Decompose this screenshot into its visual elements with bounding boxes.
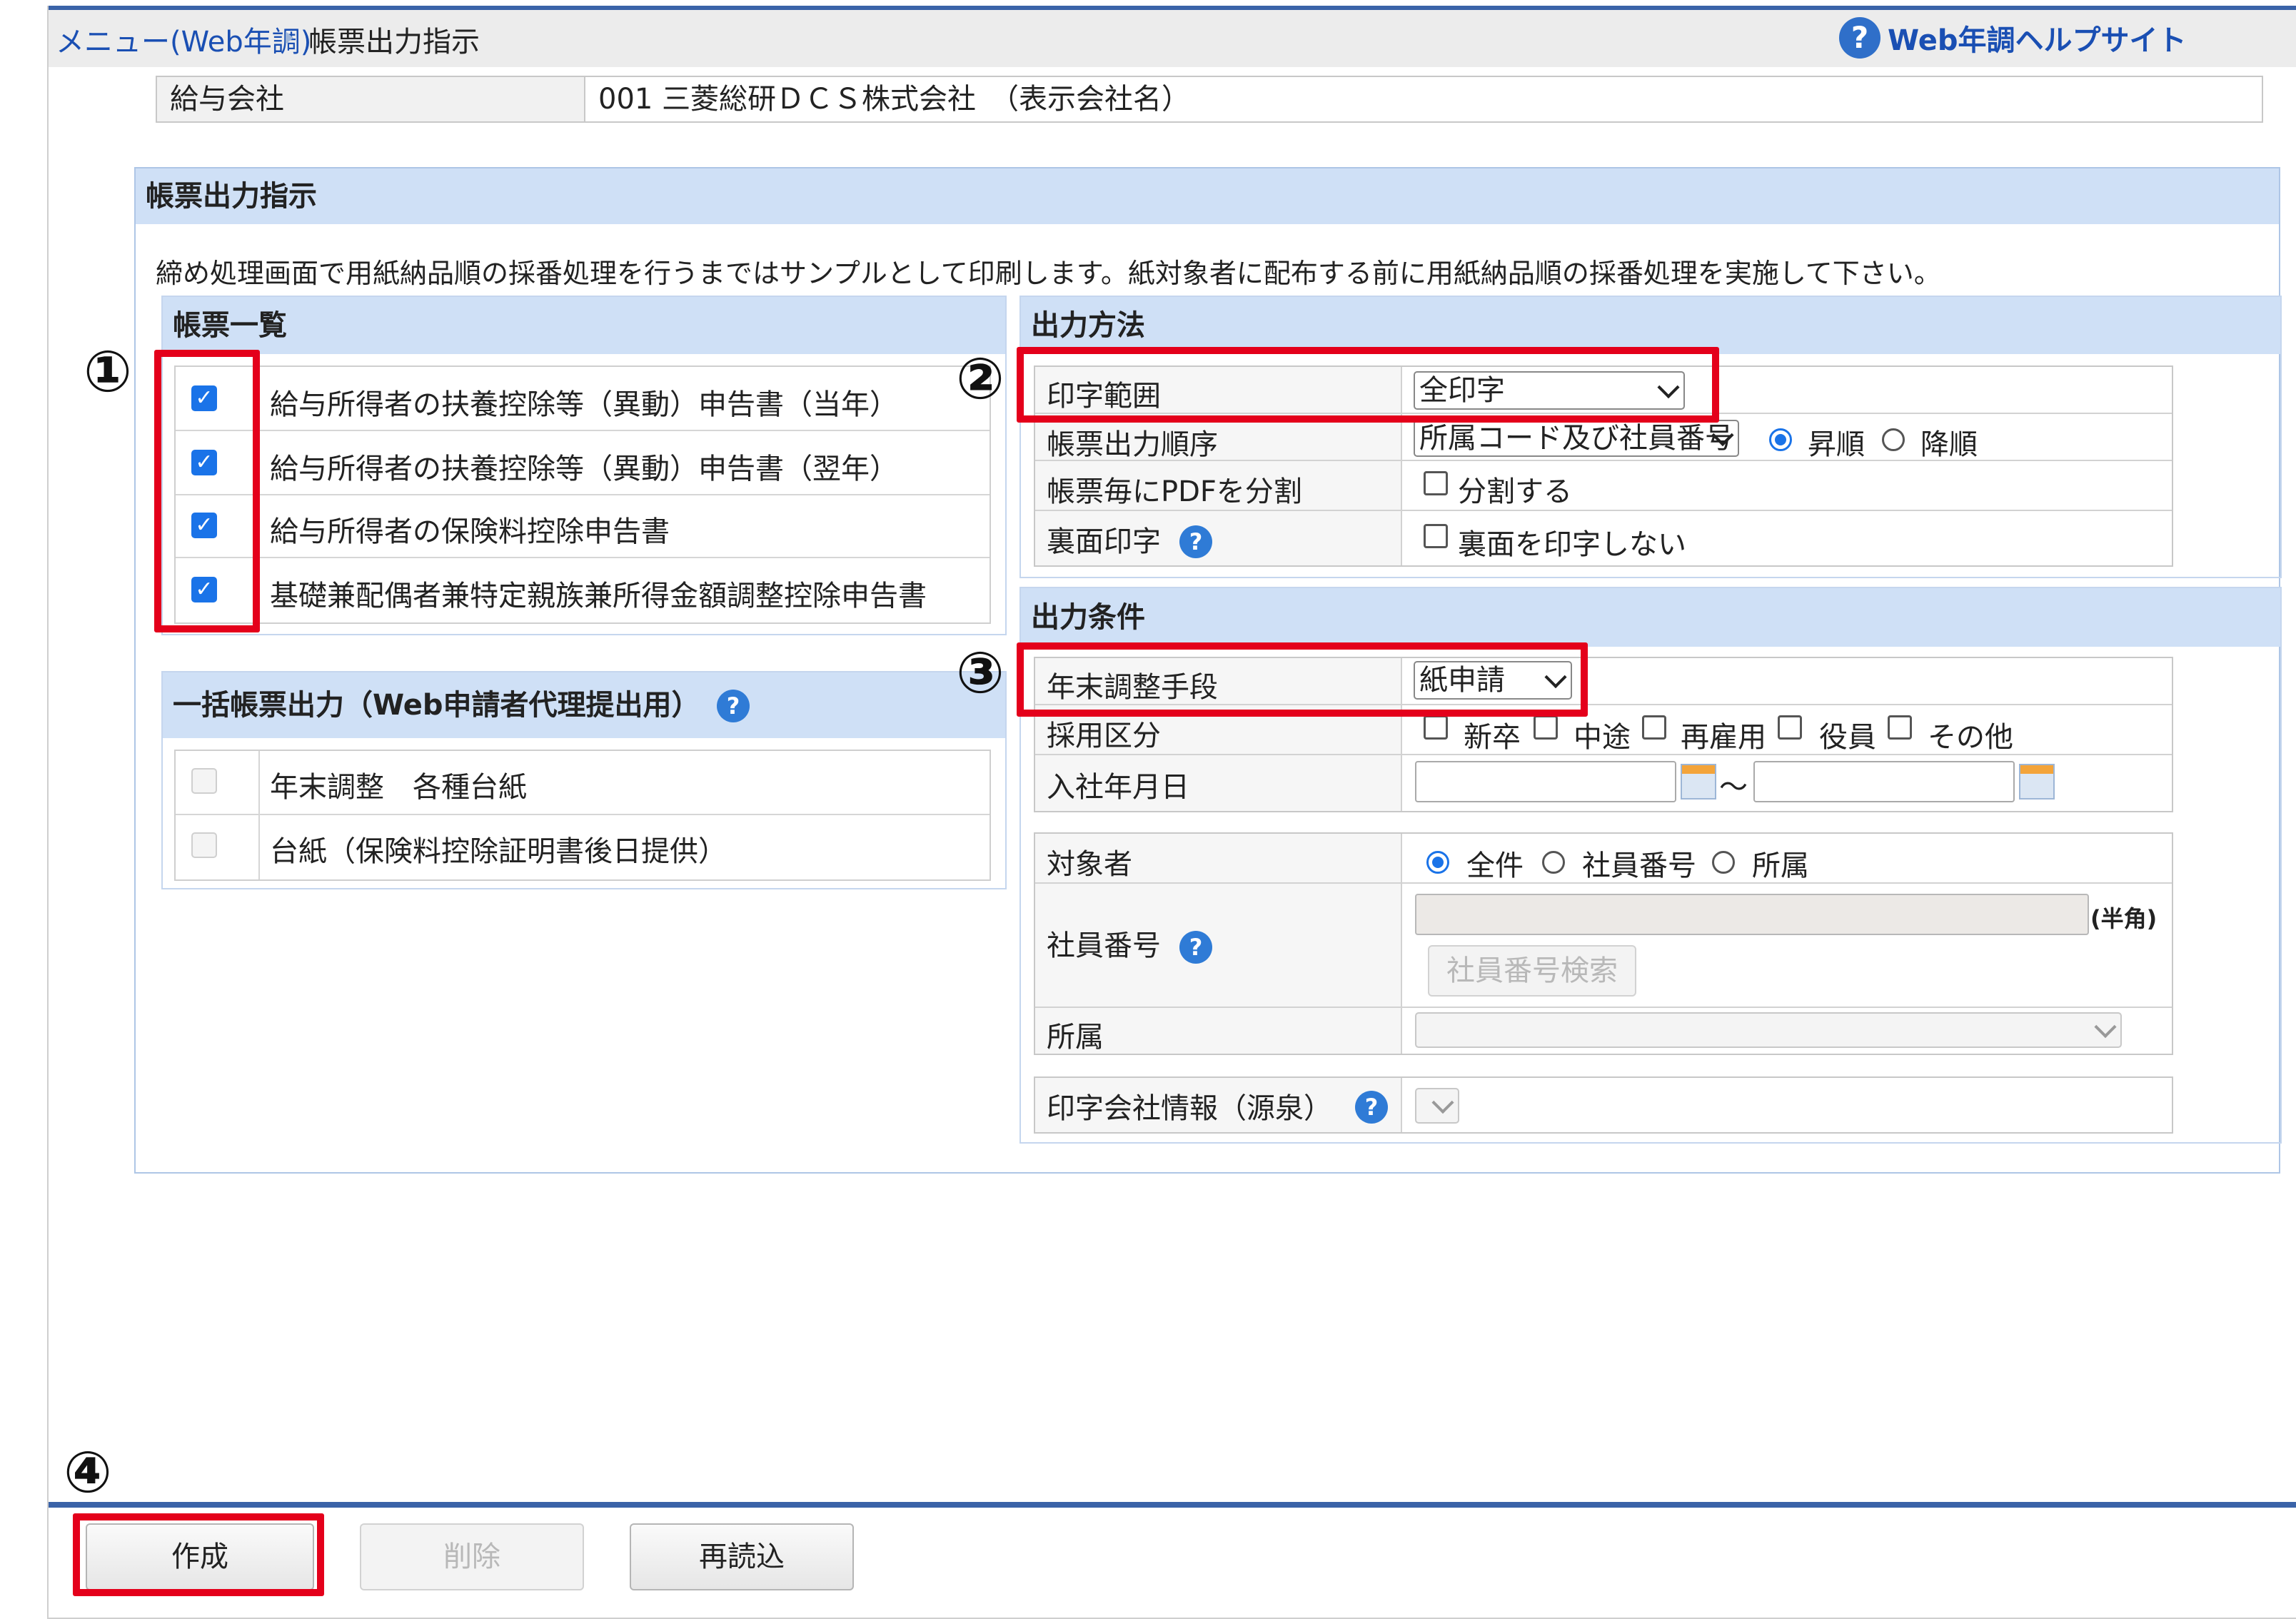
reload-button[interactable]: 再読込	[630, 1523, 854, 1590]
date-range-separator: ～	[1719, 771, 1748, 804]
output-method-title: 出力方法	[1021, 297, 2280, 354]
chevron-down-icon	[1431, 1091, 1454, 1114]
company-label: 給与会社	[157, 77, 585, 121]
order-asc-radio[interactable]	[1769, 428, 1792, 451]
annotation-number-3: ③	[956, 640, 1004, 706]
breadcrumb-separator-icon	[286, 31, 293, 44]
checkbox-bulk-1[interactable]	[191, 832, 217, 858]
highlight-box-3	[1017, 642, 1588, 717]
order-desc-label: 降順	[1920, 428, 1978, 461]
chevron-down-icon	[2094, 1016, 2117, 1039]
calendar-icon[interactable]	[2019, 764, 2055, 800]
employee-no-label: 社員番号	[1047, 929, 1161, 962]
order-desc-radio[interactable]	[1882, 428, 1905, 451]
hire-type-option: その他	[1928, 721, 2013, 754]
hire-type-option: 役員	[1819, 721, 1876, 754]
back-print-help-icon[interactable]: ?	[1179, 525, 1212, 558]
order-label: 帳票出力順序	[1047, 428, 1218, 461]
annotation-number-2: ②	[956, 346, 1004, 412]
form-item-label: 給与所得者の保険料控除申告書	[270, 515, 670, 548]
employee-no-help-icon[interactable]: ?	[1179, 931, 1212, 964]
half-width-note: (半角)	[2090, 905, 2157, 932]
employee-no-input[interactable]	[1415, 894, 2089, 935]
split-pdf-label: 帳票毎にPDFを分割	[1047, 475, 1302, 508]
print-company-select[interactable]	[1415, 1088, 1459, 1124]
hire-type-label: 採用区分	[1047, 720, 1161, 752]
back-print-label: 裏面印字	[1047, 525, 1161, 558]
hire-type-option: 再雇用	[1681, 721, 1766, 754]
annotation-number-4: ④	[64, 1439, 112, 1505]
help-site-link[interactable]: Web年調ヘルプサイト	[1888, 17, 2186, 59]
calendar-icon[interactable]	[1681, 764, 1716, 800]
help-icon[interactable]: ?	[1839, 17, 1880, 59]
back-print-option: 裏面を印字しない	[1458, 528, 1686, 561]
hire-date-from-input[interactable]	[1415, 761, 1676, 802]
order-value: 所属コード及び社員番号	[1419, 422, 1733, 455]
target-radio-all[interactable]	[1426, 851, 1449, 874]
checkbox-bulk-0[interactable]	[191, 768, 217, 794]
form-item-label: 基礎兼配偶者兼特定親族兼所得金額調整控除申告書	[270, 580, 927, 612]
breadcrumb-menu-link[interactable]: メニュー(Web年調)	[56, 19, 311, 60]
department-select[interactable]	[1415, 1012, 2122, 1048]
order-asc-label: 昇順	[1808, 428, 1865, 461]
print-company-help-icon[interactable]: ?	[1355, 1091, 1388, 1124]
form-item-label: 給与所得者の扶養控除等（異動）申告書（翌年）	[270, 453, 898, 485]
highlight-box-1	[154, 350, 260, 632]
footer-divider	[49, 1502, 2296, 1508]
hire-type-checkbox-1[interactable]	[1534, 715, 1558, 740]
hire-type-option: 新卒	[1464, 721, 1521, 754]
notice-text: 締め処理画面で用紙納品順の採番処理を行うまではサンプルとして印刷します。紙対象者…	[156, 258, 1941, 289]
target-option: 所属	[1752, 849, 1809, 882]
form-item-label: 給与所得者の扶養控除等（異動）申告書（当年）	[270, 388, 898, 421]
department-label: 所属	[1047, 1021, 1104, 1054]
split-pdf-option: 分割する	[1458, 475, 1572, 508]
output-conditions-title: 出力条件	[1021, 588, 2280, 647]
target-option: 全件	[1466, 849, 1524, 882]
bulk-output-help-icon[interactable]: ?	[717, 690, 750, 722]
bulk-item-label: 年末調整 各種台紙	[270, 771, 527, 804]
bulk-item-label: 台紙（保険料控除証明書後日提供）	[270, 835, 727, 868]
hire-type-checkbox-0[interactable]	[1424, 715, 1448, 740]
page-title: 帳票出力指示	[308, 26, 480, 59]
form-list-title: 帳票一覧	[163, 297, 1005, 354]
annotation-number-1: ①	[84, 338, 132, 405]
hire-type-checkbox-2[interactable]	[1642, 715, 1666, 740]
bulk-output-title: 一括帳票出力（Web申請者代理提出用）	[163, 672, 1005, 738]
target-option: 社員番号	[1582, 849, 1696, 882]
company-value: 001 三菱総研ＤＣＳ株式会社 （表示会社名）	[598, 83, 1191, 116]
target-radio-department[interactable]	[1712, 851, 1735, 874]
hire-date-to-input[interactable]	[1753, 761, 2015, 802]
hire-type-option: 中途	[1574, 721, 1631, 754]
print-company-label: 印字会社情報（源泉）	[1047, 1092, 1332, 1125]
hire-type-checkbox-3[interactable]	[1778, 715, 1802, 740]
highlight-box-4	[73, 1513, 324, 1596]
target-label: 対象者	[1047, 848, 1132, 881]
employee-search-button[interactable]: 社員番号検索	[1428, 945, 1636, 997]
main-panel-title: 帳票出力指示	[136, 168, 2279, 224]
split-pdf-checkbox[interactable]	[1424, 471, 1448, 495]
order-select[interactable]: 所属コード及び社員番号	[1414, 420, 1739, 457]
delete-button[interactable]: 削除	[360, 1523, 584, 1590]
back-print-checkbox[interactable]	[1424, 524, 1448, 548]
highlight-box-2	[1017, 347, 1719, 423]
hire-type-checkbox-4[interactable]	[1888, 715, 1912, 740]
hire-date-label: 入社年月日	[1047, 771, 1189, 804]
target-radio-employee-no[interactable]	[1542, 851, 1565, 874]
